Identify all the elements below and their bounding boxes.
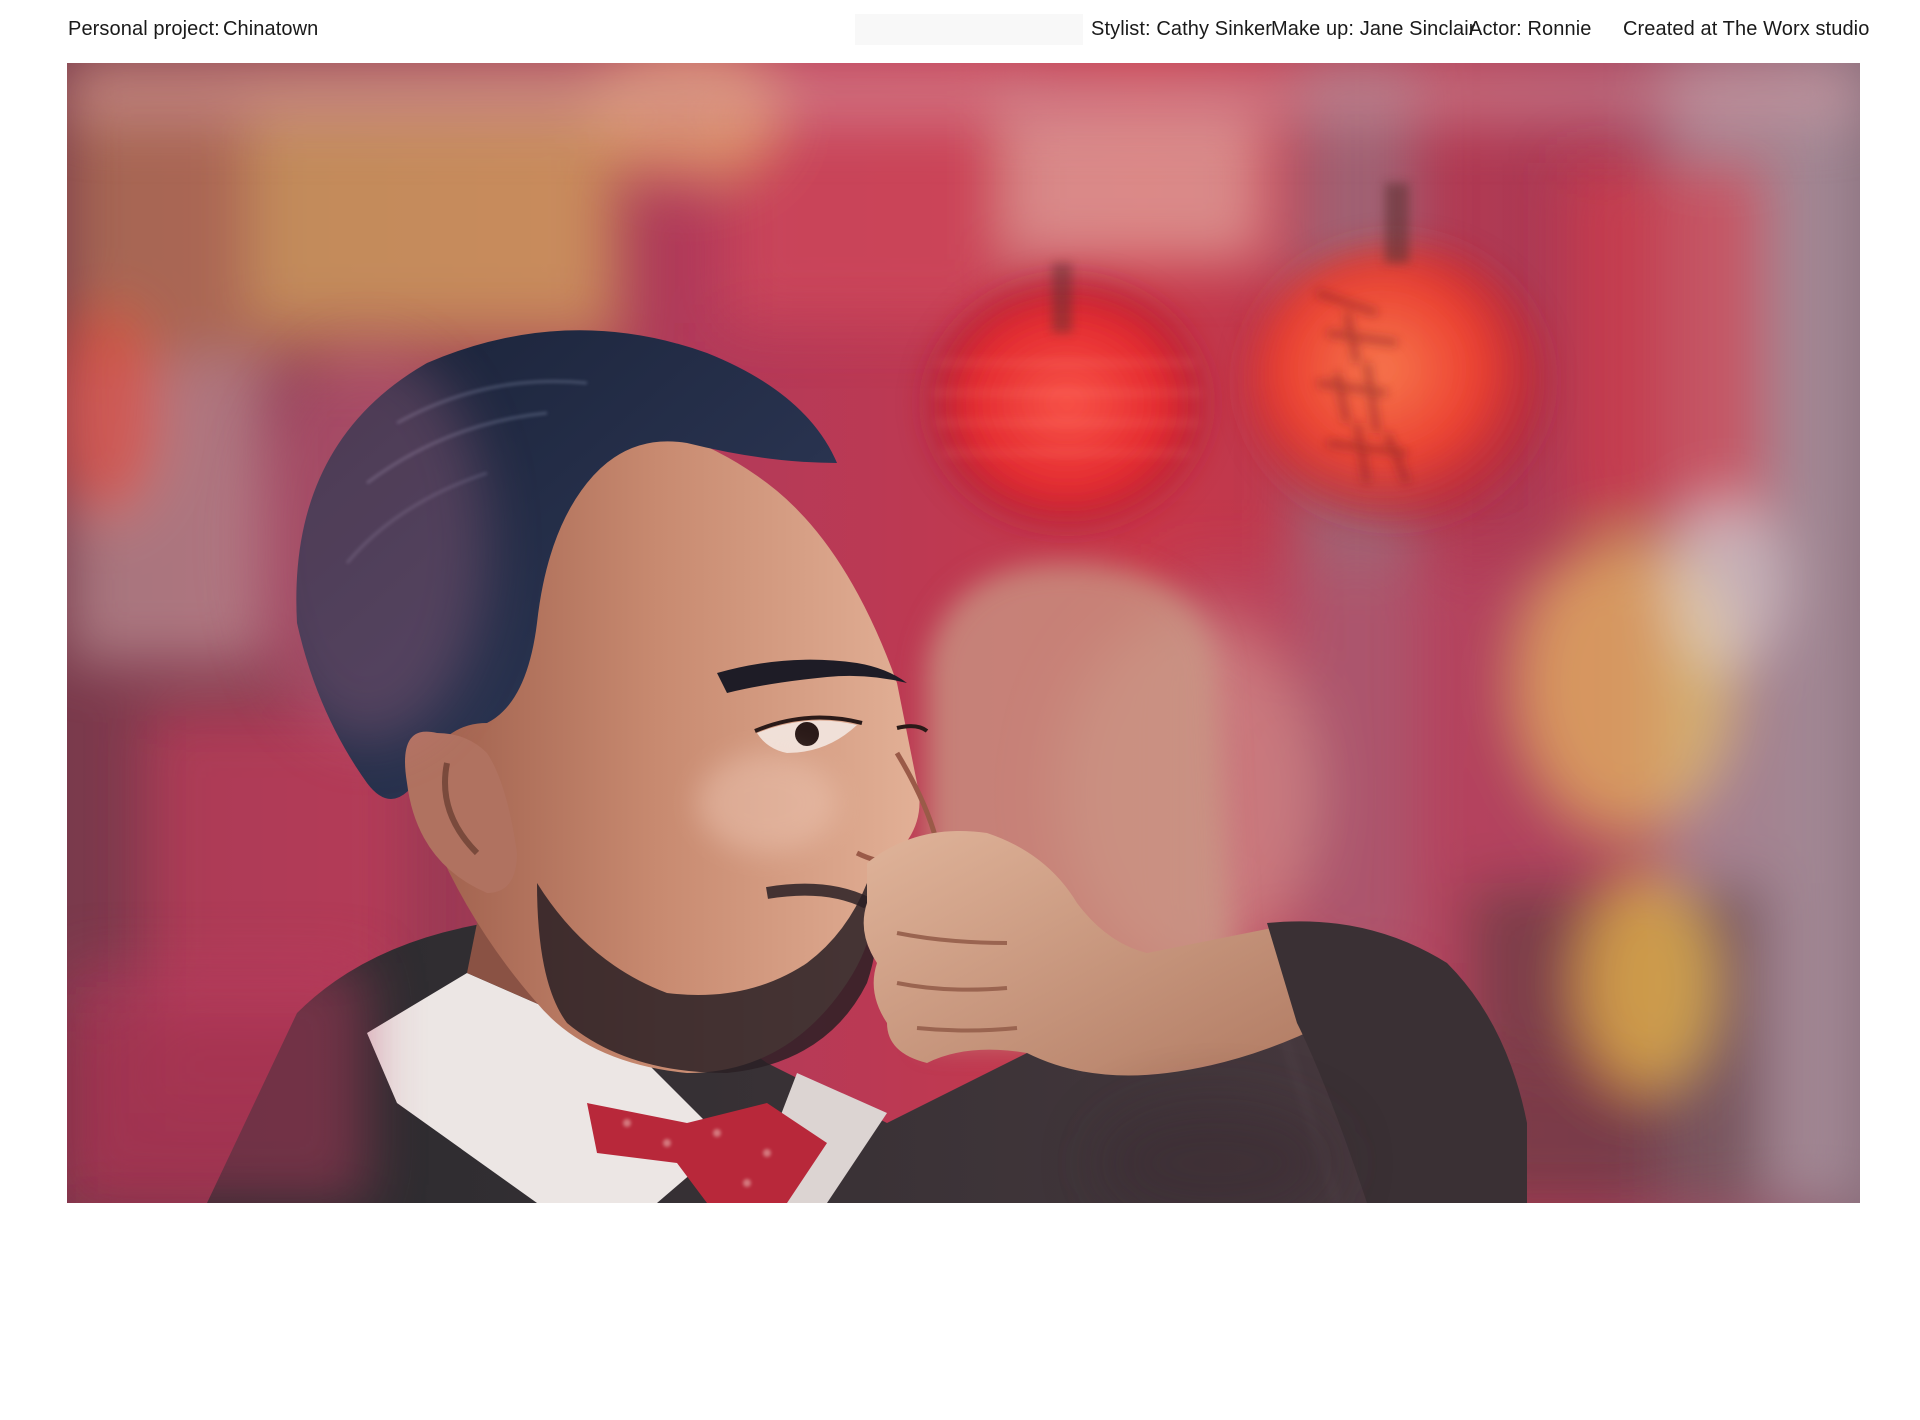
credits-bar: Personal project: Chinatown Stylist: Cat… [0, 0, 1920, 62]
project-name: Chinatown [223, 18, 319, 40]
blank-field [855, 14, 1083, 45]
studio-credit: Created at The Worx studio [1623, 18, 1870, 40]
makeup-credit: Make up: Jane Sinclair [1271, 18, 1476, 40]
actor-credit: Actor: Ronnie [1469, 18, 1592, 40]
portrait-photo [67, 63, 1860, 1203]
stylist-credit: Stylist: Cathy Sinker [1091, 18, 1273, 40]
project-label: Personal project: [68, 18, 220, 40]
portrait-illustration [67, 63, 1860, 1203]
